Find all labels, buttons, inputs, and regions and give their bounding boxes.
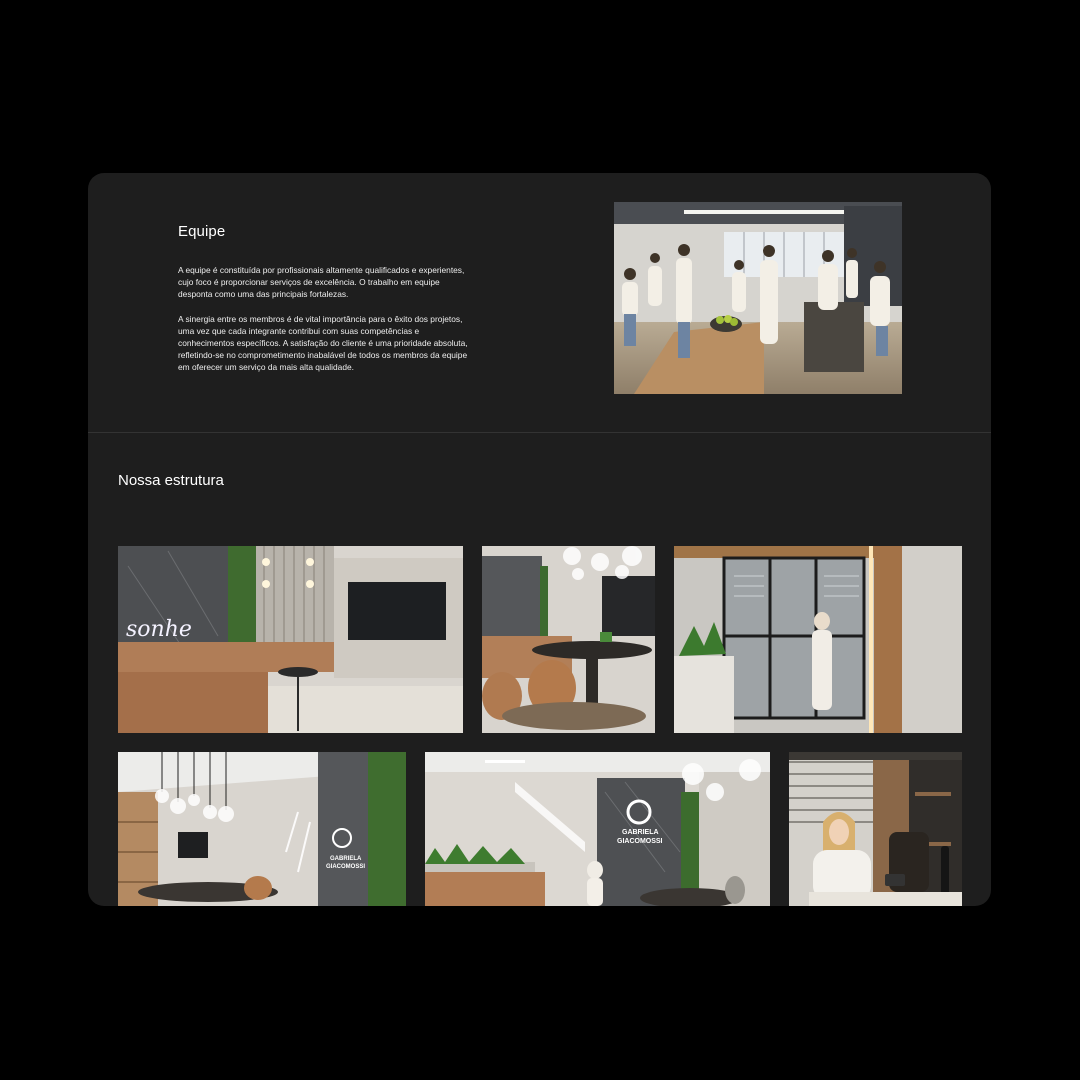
- neon-sign-text: sonhe: [126, 617, 192, 642]
- office-photo-desk: [789, 752, 962, 906]
- logo-name-line1: GABRIELA: [622, 829, 659, 836]
- equipe-paragraph-2: A sinergia entre os membros é de vital i…: [178, 313, 468, 373]
- equipe-description: A equipe é constituída por profissionais…: [178, 264, 472, 386]
- equipe-heading: Equipe: [178, 223, 226, 240]
- office-photo-lounge: sonhe: [118, 546, 463, 733]
- content-card: Equipe A equipe é constituída por profis…: [88, 173, 991, 906]
- office-photo-glass-room: [674, 546, 962, 733]
- logo-name-line2: GIACOMOSSI: [617, 838, 663, 845]
- logo-name-line2-small: GIACOMOSSI: [326, 864, 365, 870]
- section-divider: [88, 432, 991, 433]
- logo-name-line1-small: GABRIELA: [330, 856, 362, 862]
- office-photo-dining: [482, 546, 655, 733]
- office-photo-reception: GABRIELA GIACOMOSSI: [425, 752, 770, 906]
- office-photo-corridor: GABRIELA GIACOMOSSI: [118, 752, 406, 906]
- equipe-paragraph-1: A equipe é constituída por profissionais…: [178, 265, 465, 300]
- team-photo: [614, 202, 902, 394]
- estrutura-heading: Nossa estrutura: [118, 472, 224, 489]
